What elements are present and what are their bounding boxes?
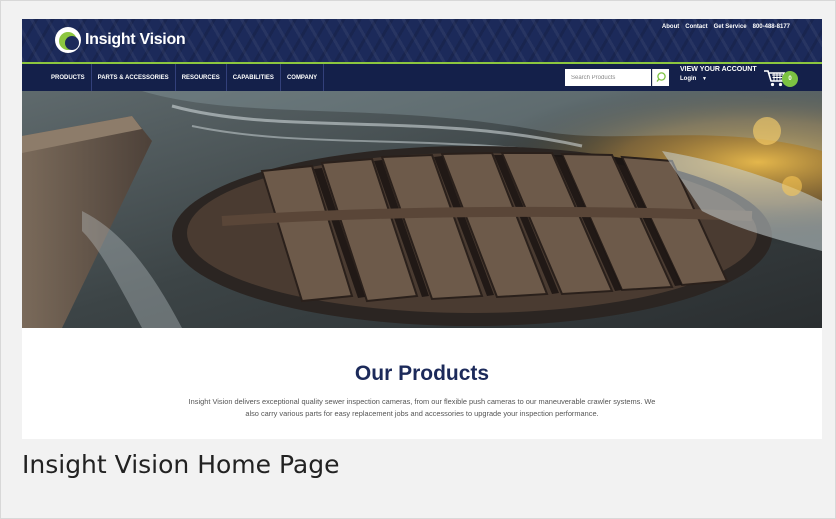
cart-button[interactable]: 0 — [763, 68, 801, 88]
products-description: Insight Vision delivers exceptional qual… — [188, 397, 656, 418]
contact-link[interactable]: Contact — [685, 24, 707, 30]
products-section: Our Products Insight Vision delivers exc… — [22, 328, 822, 439]
page-caption: Insight Vision Home Page — [22, 450, 340, 479]
search-input[interactable] — [565, 69, 651, 86]
hero-banner-image — [22, 91, 822, 328]
chevron-down-icon: ▼ — [702, 76, 707, 82]
cart-count-badge: 0 — [782, 71, 798, 87]
account-menu[interactable]: VIEW YOUR ACCOUNT Login ▼ — [680, 66, 757, 82]
about-link[interactable]: About — [662, 24, 679, 30]
search-icon — [656, 72, 666, 82]
account-title: VIEW YOUR ACCOUNT — [680, 66, 757, 73]
website-screenshot: Insight Vision About Contact Get Service… — [22, 19, 822, 439]
storm-drain-photo — [22, 91, 822, 328]
utility-links: About Contact Get Service 800-488-8177 — [662, 24, 790, 30]
login-row[interactable]: Login ▼ — [680, 76, 757, 82]
top-header: Insight Vision About Contact Get Service… — [22, 19, 822, 62]
nav-products[interactable]: PRODUCTS — [45, 64, 92, 91]
screenshot-frame: Insight Vision About Contact Get Service… — [0, 0, 836, 519]
logo-mark-icon — [55, 27, 81, 53]
nav-resources[interactable]: RESOURCES — [176, 64, 227, 91]
phone-link[interactable]: 800-488-8177 — [753, 24, 790, 30]
nav-menu: PRODUCTS PARTS & ACCESSORIES RESOURCES C… — [45, 64, 325, 91]
brand-name: Insight Vision — [85, 31, 186, 48]
nav-capabilities[interactable]: CAPABILITIES — [227, 64, 281, 91]
main-nav: PRODUCTS PARTS & ACCESSORIES RESOURCES C… — [22, 64, 822, 91]
nav-parts-accessories[interactable]: PARTS & ACCESSORIES — [92, 64, 176, 91]
nav-company[interactable]: COMPANY — [281, 64, 325, 91]
search-button[interactable] — [652, 69, 669, 86]
brand-logo[interactable]: Insight Vision — [55, 25, 186, 55]
get-service-link[interactable]: Get Service — [714, 24, 747, 30]
login-link[interactable]: Login — [680, 76, 696, 82]
products-heading: Our Products — [354, 362, 490, 385]
